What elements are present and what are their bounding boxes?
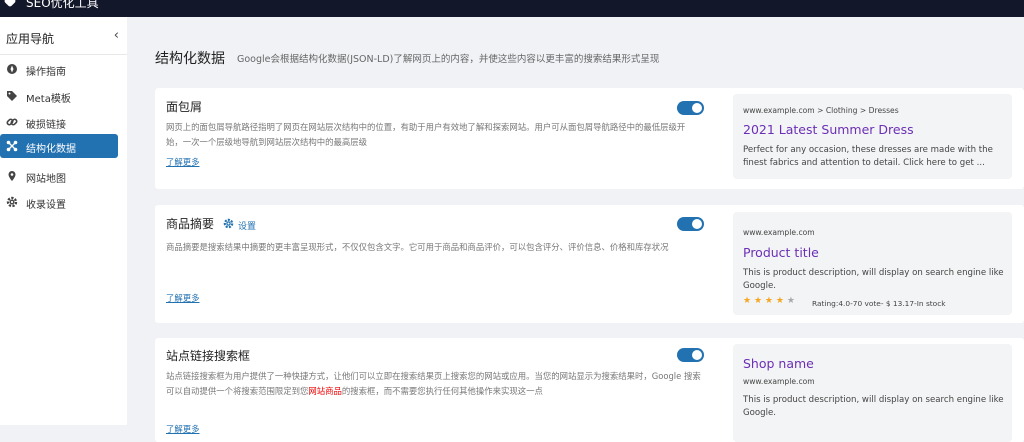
top-bar: SEO优化工具 bbox=[0, 0, 1024, 17]
page-description: Google会根据结构化数据(JSON-LD)了解网页上的内容，并使这些内容以更… bbox=[237, 54, 660, 65]
sidebar-item-label: Meta模板 bbox=[26, 94, 71, 105]
star-icon: ★ bbox=[764, 296, 773, 306]
sitelinks-searchbox-toggle[interactable] bbox=[677, 348, 704, 362]
preview-description: Perfect for any occasion, these dresses … bbox=[743, 145, 993, 168]
preview-url: www.example.com bbox=[743, 228, 815, 237]
learn-more-link[interactable]: 了解更多 bbox=[166, 292, 200, 304]
sidebar-item-guide[interactable]: 操作指南 bbox=[0, 57, 118, 81]
preview-title: 2021 Latest Summer Dress bbox=[743, 122, 914, 137]
sidebar-item-broken-links[interactable]: 破损链接 bbox=[0, 110, 118, 134]
sidebar-item-index-settings[interactable]: 收录设置 bbox=[0, 190, 118, 214]
page-title: 结构化数据 bbox=[155, 51, 225, 67]
structure-icon bbox=[6, 140, 18, 152]
shop-preview: Shop name www.example.com This is produc… bbox=[733, 344, 1012, 442]
star-icon: ★ bbox=[786, 296, 795, 306]
product-snippet-toggle[interactable] bbox=[677, 217, 704, 231]
rating-text: Rating:4.0-70 vote- $ 13.17-In stock bbox=[812, 299, 946, 308]
sidebar-item-label: 操作指南 bbox=[26, 67, 66, 78]
gear-icon bbox=[223, 218, 234, 229]
preview-title: Product title bbox=[743, 245, 819, 260]
star-icon: ★ bbox=[775, 296, 784, 306]
learn-more-link[interactable]: 了解更多 bbox=[166, 156, 200, 168]
sidebar-item-label: 破损链接 bbox=[26, 120, 66, 131]
description-text: 的搜索框，而不需要您执行任何其他操作来实现这一点 bbox=[341, 386, 543, 396]
product-preview: www.example.com Product title This is pr… bbox=[733, 212, 1012, 315]
rating-stars: ★ ★ ★ ★ ★ bbox=[743, 296, 795, 306]
breadcrumb-card: 面包屑 网页上的面包屑导航路径指明了网页在网站层次结构中的位置，有助于用户有效地… bbox=[155, 88, 1024, 189]
sidebar-header: 应用导航 ‹ bbox=[0, 17, 127, 55]
preview-url: www.example.com > Clothing > Dresses bbox=[743, 106, 899, 115]
sidebar-item-sitemap[interactable]: 网站地图 bbox=[0, 164, 118, 188]
app-title: SEO优化工具 bbox=[26, 0, 99, 10]
settings-label: 设置 bbox=[238, 222, 257, 232]
product-snippet-card: 商品摘要 设置 商品摘要是搜索结果中摘要的更丰富呈现形式，不仅仅包含文字。它可用… bbox=[155, 205, 1024, 323]
card-title: 商品摘要 bbox=[166, 217, 215, 231]
compass-icon bbox=[7, 64, 17, 74]
app-logo-icon bbox=[3, 0, 17, 8]
card-description: 商品摘要是搜索结果中摘要的更丰富呈现形式，不仅仅包含文字。它可用于商品和商品评价… bbox=[166, 242, 669, 252]
description-highlight: 网站商品 bbox=[308, 386, 342, 396]
collapse-chevron-icon[interactable]: ‹ bbox=[114, 28, 119, 43]
card-title: 面包屑 bbox=[166, 100, 203, 114]
tag-icon bbox=[7, 91, 17, 101]
star-icon: ★ bbox=[743, 296, 752, 306]
main-content: 结构化数据 Google会根据结构化数据(JSON-LD)了解网页上的内容，并使… bbox=[127, 17, 1024, 442]
sidebar-item-structured-data[interactable]: 结构化数据 bbox=[0, 134, 118, 158]
breadcrumb-preview: www.example.com > Clothing > Dresses 202… bbox=[733, 94, 1012, 179]
sidebar-item-meta-template[interactable]: Meta模板 bbox=[0, 84, 118, 108]
sidebar: 应用导航 ‹ 操作指南 Meta模板 破损链接 结构化数据 网站地图 收录设置 bbox=[0, 17, 127, 425]
map-icon bbox=[8, 171, 16, 181]
card-description: 网页上的面包屑导航路径指明了网页在网站层次结构中的位置，有助于用户有效地了解和探… bbox=[166, 122, 686, 147]
card-description: 站点链接搜索框为用户提供了一种快捷方式，让他们可以立即在搜索结果页上搜索您的网站… bbox=[166, 369, 701, 399]
gear-icon bbox=[6, 196, 18, 208]
breadcrumb-toggle[interactable] bbox=[677, 101, 704, 115]
link-icon bbox=[6, 118, 18, 126]
sidebar-item-label: 结构化数据 bbox=[26, 144, 76, 155]
sidebar-header-label: 应用导航 bbox=[6, 32, 55, 46]
preview-title: Shop name bbox=[743, 356, 814, 371]
preview-description: This is product description, will displa… bbox=[743, 395, 1004, 418]
sidebar-item-label: 收录设置 bbox=[26, 200, 66, 211]
card-title: 站点链接搜索框 bbox=[166, 349, 251, 363]
preview-url: www.example.com bbox=[743, 377, 815, 386]
sidebar-item-label: 网站地图 bbox=[26, 174, 66, 185]
star-icon: ★ bbox=[753, 296, 763, 306]
preview-description: This is product description, will displa… bbox=[743, 268, 1004, 291]
sitelinks-searchbox-card: 站点链接搜索框 站点链接搜索框为用户提供了一种快捷方式，让他们可以立即在搜索结果… bbox=[155, 338, 1024, 442]
